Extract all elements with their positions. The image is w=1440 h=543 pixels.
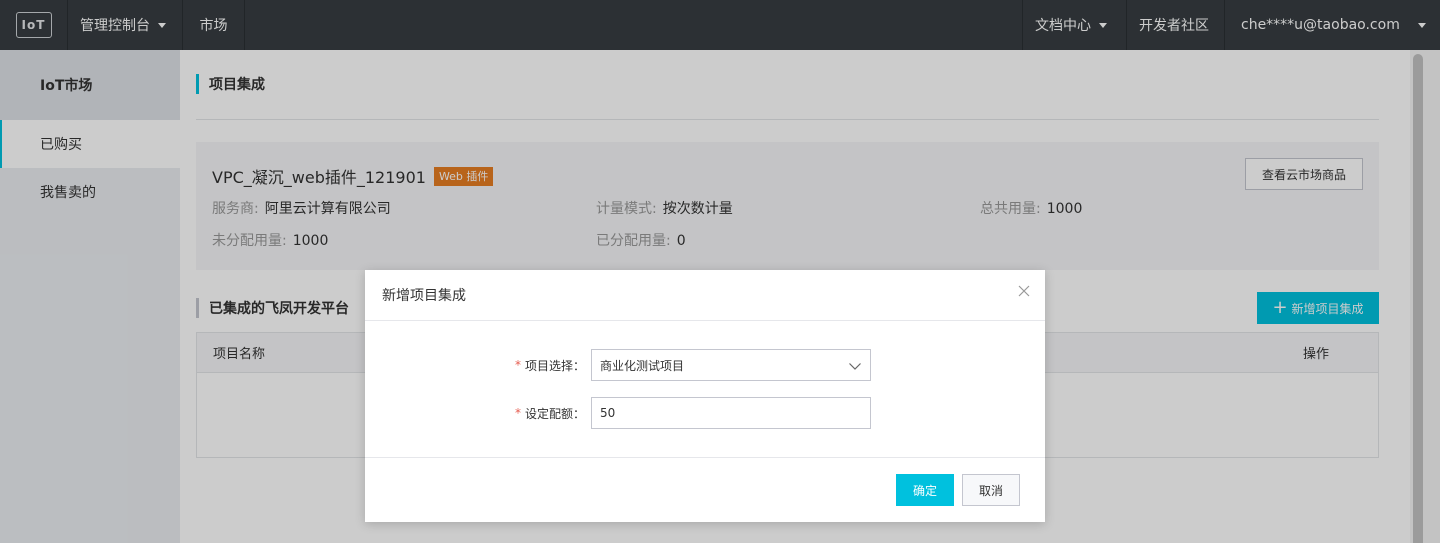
project-select-value: 商业化测试项目 — [600, 358, 685, 373]
dialog-header: 新增项目集成 — [365, 270, 1045, 321]
project-select-row: * 项目选择： 商业化测试项目 — [365, 349, 1045, 381]
required-asterisk: * — [514, 406, 521, 420]
project-select[interactable]: 商业化测试项目 — [591, 349, 871, 381]
quota-label: * 设定配额： — [515, 397, 585, 429]
quota-row: * 设定配额： 50 — [365, 397, 1045, 429]
dialog-title: 新增项目集成 — [382, 288, 466, 304]
quota-input[interactable]: 50 — [591, 397, 871, 429]
dialog-footer: 确定 取消 — [365, 458, 1045, 522]
required-asterisk: * — [514, 358, 521, 372]
quota-label-text: 设定配额： — [524, 406, 585, 421]
app-root: IoT 管理控制台 市场 文档中心 开发者社区 che****u@taobao.… — [0, 0, 1440, 543]
project-select-label-text: 项目选择： — [524, 358, 585, 373]
dialog-body: * 项目选择： 商业化测试项目 * 设定配额： 50 — [365, 321, 1045, 458]
cancel-button[interactable]: 取消 — [962, 474, 1020, 506]
confirm-button[interactable]: 确定 — [896, 474, 954, 506]
chevron-down-icon — [849, 363, 861, 370]
quota-input-value: 50 — [600, 406, 616, 420]
project-select-label: * 项目选择： — [515, 349, 585, 381]
close-icon[interactable] — [1017, 284, 1031, 298]
add-integration-dialog: 新增项目集成 * 项目选择： 商业化测试项目 * 设定配额： 50 确定 取消 — [365, 270, 1045, 522]
